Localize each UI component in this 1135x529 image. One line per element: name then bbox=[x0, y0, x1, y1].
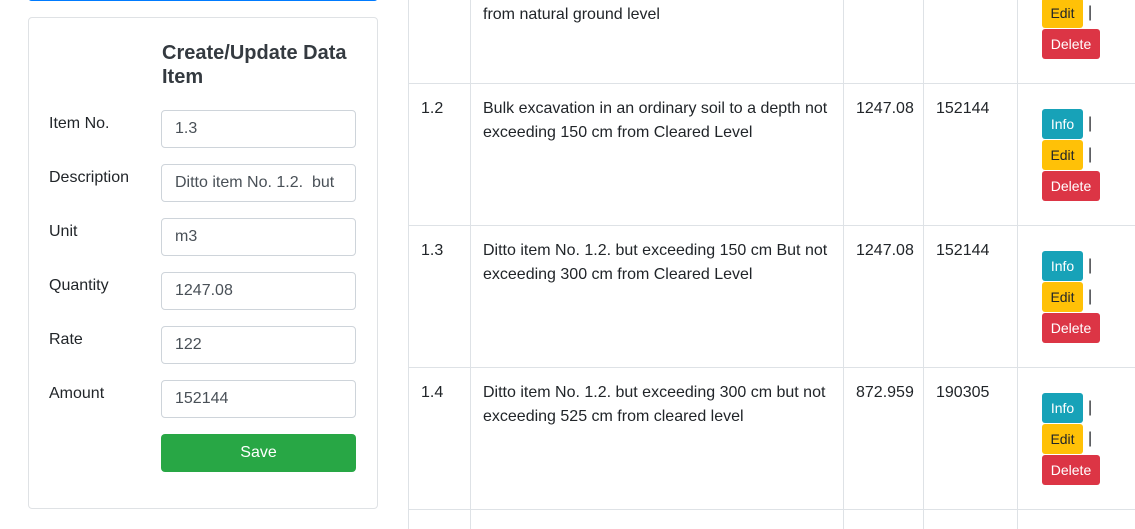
action-separator: | bbox=[1088, 399, 1093, 416]
data-items-table: from natural ground level Edit | Delete … bbox=[408, 0, 1135, 529]
row-divider bbox=[408, 509, 1135, 510]
column-divider bbox=[923, 0, 924, 529]
description-label: Description bbox=[49, 169, 130, 186]
row-description: Bulk excavation in an ordinary soil to a… bbox=[483, 100, 828, 141]
row-amount: 152144 bbox=[936, 100, 990, 117]
row-description: Ditto item No. 1.2. but exceeding 150 cm… bbox=[483, 242, 828, 283]
row-divider bbox=[408, 367, 1135, 368]
unit-label: Unit bbox=[49, 223, 78, 240]
delete-button[interactable]: Delete bbox=[1042, 171, 1100, 201]
edit-button[interactable]: Edit bbox=[1042, 140, 1083, 170]
action-separator: | bbox=[1088, 257, 1093, 274]
delete-button[interactable]: Delete bbox=[1042, 455, 1100, 485]
description-input[interactable] bbox=[161, 164, 356, 202]
rate-input[interactable] bbox=[161, 326, 356, 364]
row-divider bbox=[408, 83, 1135, 84]
column-divider bbox=[470, 0, 471, 529]
previous-card-edge bbox=[28, 0, 378, 1]
info-button[interactable]: Info bbox=[1042, 109, 1083, 139]
save-button[interactable]: Save bbox=[161, 434, 356, 472]
row-amount: 152144 bbox=[936, 242, 990, 259]
delete-button[interactable]: Delete bbox=[1042, 313, 1100, 343]
edit-button[interactable]: Edit bbox=[1042, 0, 1083, 28]
row-item-no: 1.2 bbox=[421, 100, 444, 117]
row-quantity: 872.959 bbox=[856, 384, 914, 401]
row-amount: 190305 bbox=[936, 384, 990, 401]
row-quantity: 1247.08 bbox=[856, 242, 914, 259]
quantity-input[interactable] bbox=[161, 272, 356, 310]
amount-input[interactable] bbox=[161, 380, 356, 418]
page: Create/Update Data Item Item No. Descrip… bbox=[0, 0, 1135, 529]
amount-label: Amount bbox=[49, 385, 105, 402]
action-separator: | bbox=[1088, 430, 1093, 447]
row-divider bbox=[408, 225, 1135, 226]
action-separator: | bbox=[1088, 115, 1093, 132]
form-title: Create/Update Data Item bbox=[162, 42, 347, 88]
row-description: from natural ground level bbox=[483, 6, 660, 23]
row-quantity: 1247.08 bbox=[856, 100, 914, 117]
data-item-form: Create/Update Data Item Item No. Descrip… bbox=[28, 17, 378, 509]
row-description: Ditto item No. 1.2. but exceeding 300 cm… bbox=[483, 384, 826, 425]
info-button[interactable]: Info bbox=[1042, 393, 1083, 423]
row-item-no: 1.4 bbox=[421, 384, 444, 401]
quantity-label: Quantity bbox=[49, 277, 109, 294]
row-item-no: 1.3 bbox=[421, 242, 444, 259]
rate-label: Rate bbox=[49, 331, 83, 348]
action-separator: | bbox=[1088, 4, 1093, 21]
unit-input[interactable] bbox=[161, 218, 356, 256]
item-no-label: Item No. bbox=[49, 115, 110, 132]
delete-button[interactable]: Delete bbox=[1042, 29, 1100, 59]
edit-button[interactable]: Edit bbox=[1042, 424, 1083, 454]
item-no-input[interactable] bbox=[161, 110, 356, 148]
column-divider bbox=[843, 0, 844, 529]
column-divider bbox=[1017, 0, 1018, 529]
info-button[interactable]: Info bbox=[1042, 251, 1083, 281]
action-separator: | bbox=[1088, 146, 1093, 163]
action-separator: | bbox=[1088, 288, 1093, 305]
edit-button[interactable]: Edit bbox=[1042, 282, 1083, 312]
table-border-left bbox=[408, 0, 409, 529]
